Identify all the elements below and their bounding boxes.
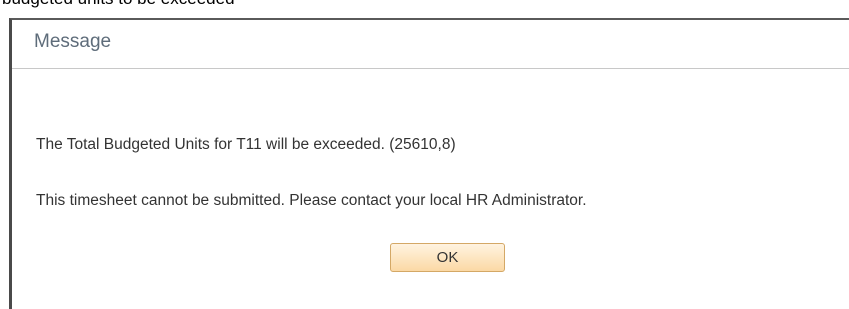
background-partial-text: budgeted units to be exceeded [2,0,235,9]
message-line-cannot-submit: This timesheet cannot be submitted. Plea… [36,192,587,209]
dialog-title: Message [34,31,112,52]
ok-button[interactable]: OK [390,243,505,272]
page: budgeted units to be exceeded Message Th… [0,0,849,309]
message-line-budget-exceeded: The Total Budgeted Units for T11 will be… [36,136,456,153]
dialog-header: Message [12,20,849,69]
message-dialog: Message The Total Budgeted Units for T11… [9,18,849,309]
